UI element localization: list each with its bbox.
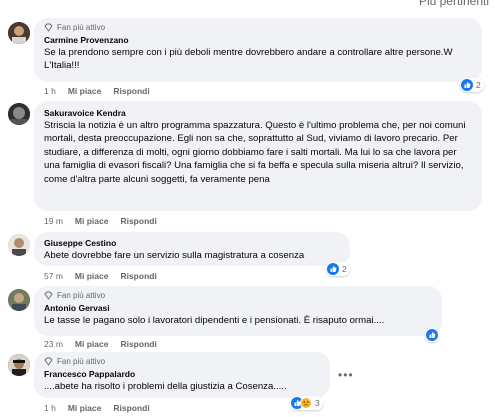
reply-button[interactable]: Rispondi [113,86,149,96]
comment-bubble: Giuseppe Cestino Abete dovrebbe fare un … [34,232,350,266]
comment-actions: 1 h Mi piace Rispondi [44,86,150,96]
comment-bubble: Fan più attivo Antonio Gervasi Le tasse … [34,286,442,336]
sad-icon [300,397,312,409]
reaction-summary[interactable]: 2 [460,78,484,92]
diamond-icon [44,291,53,300]
reply-button[interactable]: Rispondi [113,403,149,413]
comment-author[interactable]: Sakuravoice Kendra [44,108,472,119]
comment-author[interactable]: Giuseppe Cestino [44,238,340,249]
sort-link[interactable]: Più pertinenti [419,0,489,8]
timestamp[interactable]: 19 m [44,216,63,226]
more-options-icon[interactable]: ••• [338,368,354,382]
timestamp[interactable]: 57 m [44,271,63,281]
reply-button[interactable]: Rispondi [120,271,156,281]
comment-actions: 23 m Mi piace Rispondi [44,339,157,349]
top-fan-badge: Fan più attivo [44,356,320,367]
like-button[interactable]: Mi piace [68,86,102,96]
comment-text: Se la prendono sempre con i più deboli m… [44,47,453,72]
comment-actions: 19 m Mi piace Rispondi [44,216,157,226]
avatar[interactable] [8,22,30,44]
comment-author[interactable]: Carmine Provenzano [44,35,472,46]
like-icon [426,329,438,341]
avatar[interactable] [8,234,30,256]
timestamp[interactable]: 1 h [44,86,56,96]
diamond-icon [44,357,53,366]
reaction-summary[interactable]: 2 [326,262,350,276]
like-button[interactable]: Mi piace [75,339,109,349]
top-fan-badge: Fan più attivo [44,290,432,301]
comment-bubble: Sakuravoice Kendra Striscia la notizia è… [34,101,482,211]
like-icon [461,79,473,91]
comment-bubble: Fan più attivo Francesco Pappalardo ....… [34,352,330,398]
like-button[interactable]: Mi piace [68,403,102,413]
comment-text: Striscia la notizia è un altro programma… [44,120,466,185]
reaction-summary[interactable] [425,328,439,342]
timestamp[interactable]: 1 h [44,403,56,413]
diamond-icon [44,23,53,32]
comment-text: Le tasse le pagano solo i lavoratori dip… [44,315,385,326]
reply-button[interactable]: Rispondi [120,339,156,349]
reply-button[interactable]: Rispondi [120,216,156,226]
top-fan-badge: Fan più attivo [44,22,472,33]
comment-bubble: Fan più attivo Carmine Provenzano Se la … [34,18,482,82]
comment-text: ....abete ha risolto i problemi della gi… [44,381,287,392]
comment-author[interactable]: Antonio Gervasi [44,303,432,314]
comment-actions: 57 m Mi piace Rispondi [44,271,157,281]
like-icon [327,263,339,275]
avatar[interactable] [8,289,30,311]
comment-text: Abete dovrebbe fare un servizio sulla ma… [44,250,305,261]
comment-author[interactable]: Francesco Pappalardo [44,369,320,380]
timestamp[interactable]: 23 m [44,339,63,349]
like-button[interactable]: Mi piace [75,216,109,226]
avatar[interactable] [8,103,30,125]
comment-actions: 1 h Mi piace Rispondi [44,403,150,413]
reaction-summary[interactable]: 3 [290,396,323,410]
avatar[interactable] [8,354,30,376]
like-button[interactable]: Mi piace [75,271,109,281]
